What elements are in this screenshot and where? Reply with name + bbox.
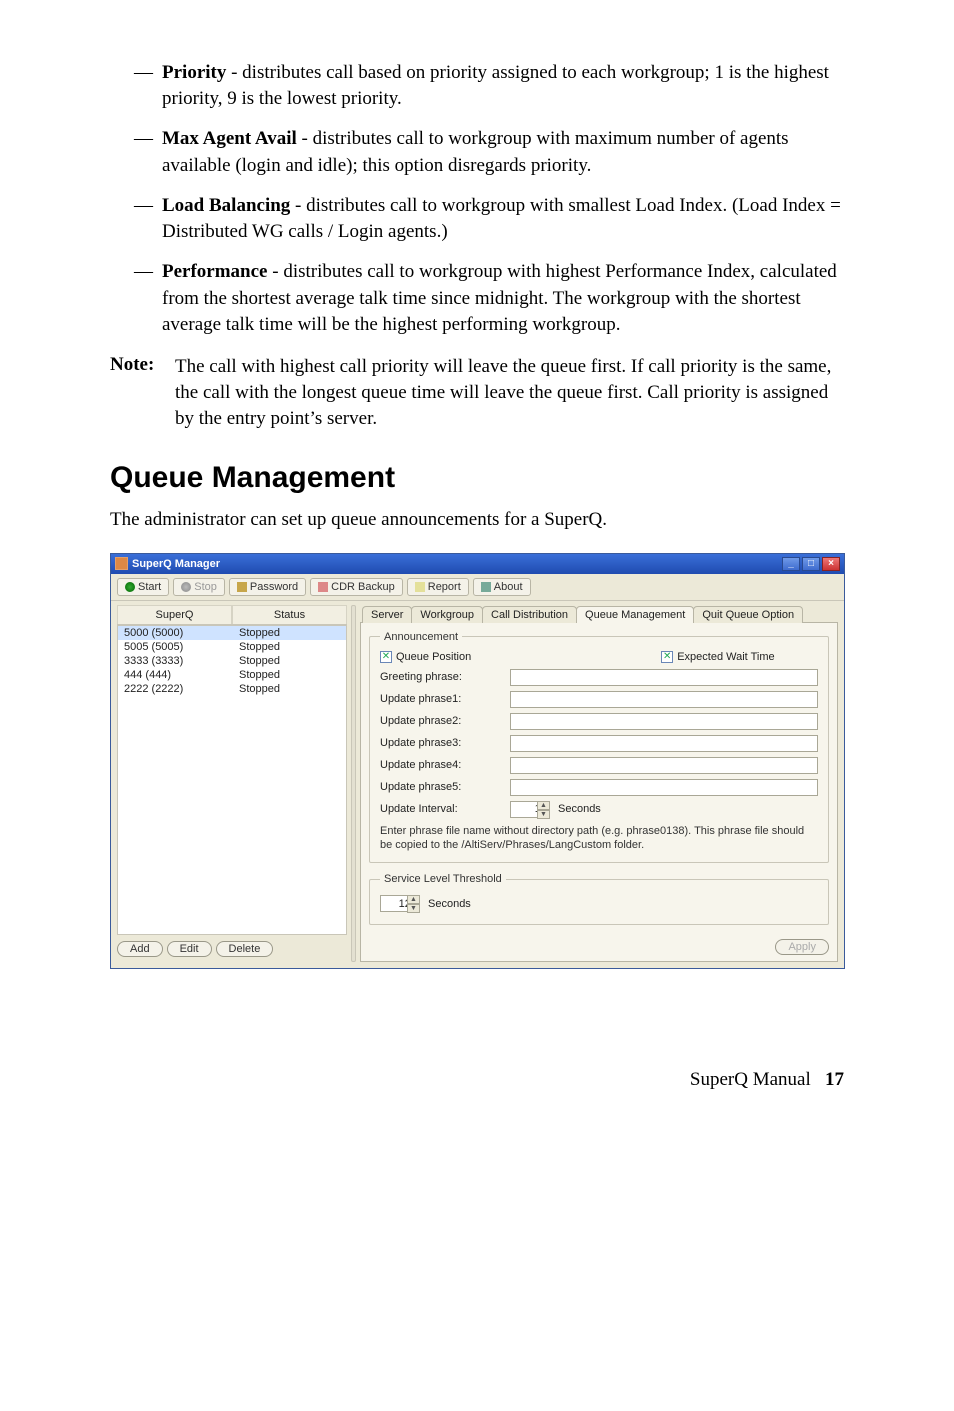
tab-quit-queue-option[interactable]: Quit Queue Option xyxy=(693,606,803,623)
superq-list: SuperQ Status 5000 (5000)Stopped 5005 (5… xyxy=(117,605,347,963)
section-heading: Queue Management xyxy=(110,461,844,495)
apply-button[interactable]: Apply xyxy=(775,939,829,955)
bullet-loadbal-title: Load Balancing xyxy=(162,195,290,216)
col-superq[interactable]: SuperQ xyxy=(117,605,232,624)
slt-unit: Seconds xyxy=(428,898,471,910)
close-button[interactable]: × xyxy=(822,557,840,571)
checkbox-icon: ✕ xyxy=(380,651,392,663)
delete-button[interactable]: Delete xyxy=(216,941,274,957)
slt-group: Service Level Threshold 120▲▼ Seconds xyxy=(369,873,829,925)
page-footer: SuperQ Manual 17 xyxy=(110,1069,844,1091)
list-item[interactable]: 3333 (3333)Stopped xyxy=(118,654,346,668)
update1-input[interactable] xyxy=(510,691,818,708)
update2-label: Update phrase2: xyxy=(380,715,510,727)
bullet-perf: — Performance - distributes call to work… xyxy=(134,259,844,338)
edit-button[interactable]: Edit xyxy=(167,941,212,957)
spin-up-icon[interactable]: ▲ xyxy=(407,895,420,904)
superq-manager-window: SuperQ Manager _ □ × Start Stop Password… xyxy=(110,553,845,970)
splitter[interactable] xyxy=(351,605,356,963)
bullet-priority-title: Priority xyxy=(162,62,226,83)
bullet-priority-text: - distributes call based on priority ass… xyxy=(162,62,829,109)
update5-input[interactable] xyxy=(510,779,818,796)
spin-down-icon[interactable]: ▼ xyxy=(407,904,420,913)
minimize-button[interactable]: _ xyxy=(782,557,800,571)
note: Note: The call with highest call priorit… xyxy=(110,354,844,433)
report-button[interactable]: Report xyxy=(407,578,469,596)
toolbar: Start Stop Password CDR Backup Report Ab… xyxy=(111,574,844,601)
intro-text: The administrator can set up queue annou… xyxy=(110,509,844,531)
footer-page: 17 xyxy=(825,1069,844,1090)
update2-input[interactable] xyxy=(510,713,818,730)
about-button[interactable]: About xyxy=(473,578,531,596)
list-item[interactable]: 5005 (5005)Stopped xyxy=(118,640,346,654)
tab-workgroup[interactable]: Workgroup xyxy=(411,606,483,623)
bullet-perf-title: Performance xyxy=(162,261,268,282)
list-body[interactable]: 5000 (5000)Stopped 5005 (5005)Stopped 33… xyxy=(117,625,347,935)
queue-position-checkbox[interactable]: ✕Queue Position xyxy=(380,651,471,663)
play-icon xyxy=(125,582,135,592)
add-button[interactable]: Add xyxy=(117,941,163,957)
announcement-legend: Announcement xyxy=(380,631,462,643)
slt-spinner[interactable]: 120▲▼ xyxy=(380,895,420,912)
dash: — xyxy=(134,126,162,178)
info-icon xyxy=(481,582,491,592)
footer-title: SuperQ Manual xyxy=(690,1069,811,1090)
update3-label: Update phrase3: xyxy=(380,737,510,749)
update5-label: Update phrase5: xyxy=(380,781,510,793)
update4-label: Update phrase4: xyxy=(380,759,510,771)
list-item[interactable]: 5000 (5000)Stopped xyxy=(118,626,346,640)
titlebar[interactable]: SuperQ Manager _ □ × xyxy=(111,554,844,574)
dash: — xyxy=(134,60,162,112)
update3-input[interactable] xyxy=(510,735,818,752)
interval-unit: Seconds xyxy=(558,803,601,815)
bullet-priority: — Priority - distributes call based on p… xyxy=(134,60,844,112)
bullet-loadbal: — Load Balancing - distributes call to w… xyxy=(134,193,844,245)
tab-queue-management[interactable]: Queue Management xyxy=(576,606,694,623)
window-title: SuperQ Manager xyxy=(132,558,220,570)
announcement-group: Announcement ✕Queue Position ✕Expected W… xyxy=(369,631,829,864)
expected-wait-checkbox[interactable]: ✕Expected Wait Time xyxy=(661,651,774,663)
phrase-hint: Enter phrase file name without directory… xyxy=(380,824,818,853)
start-button[interactable]: Start xyxy=(117,578,169,596)
checkbox-icon: ✕ xyxy=(661,651,673,663)
queue-management-panel: Announcement ✕Queue Position ✕Expected W… xyxy=(360,622,838,963)
tab-server[interactable]: Server xyxy=(362,606,412,623)
cdr-backup-button[interactable]: CDR Backup xyxy=(310,578,403,596)
stop-icon xyxy=(181,582,191,592)
note-label: Note: xyxy=(110,354,175,433)
tabs: Server Workgroup Call Distribution Queue… xyxy=(362,605,838,622)
key-icon xyxy=(237,582,247,592)
list-item[interactable]: 2222 (2222)Stopped xyxy=(118,682,346,696)
tab-call-distribution[interactable]: Call Distribution xyxy=(482,606,577,623)
update4-input[interactable] xyxy=(510,757,818,774)
stop-button[interactable]: Stop xyxy=(173,578,225,596)
col-status[interactable]: Status xyxy=(232,605,347,624)
update1-label: Update phrase1: xyxy=(380,693,510,705)
bullet-maxagent-title: Max Agent Avail xyxy=(162,128,297,149)
interval-label: Update Interval: xyxy=(380,803,510,815)
list-item[interactable]: 444 (444)Stopped xyxy=(118,668,346,682)
note-text: The call with highest call priority will… xyxy=(175,354,844,433)
report-icon xyxy=(415,582,425,592)
maximize-button[interactable]: □ xyxy=(802,557,820,571)
bullet-maxagent: — Max Agent Avail - distributes call to … xyxy=(134,126,844,178)
database-icon xyxy=(318,582,328,592)
dash: — xyxy=(134,259,162,338)
password-button[interactable]: Password xyxy=(229,578,306,596)
dash: — xyxy=(134,193,162,245)
spin-down-icon[interactable]: ▼ xyxy=(537,810,550,819)
greeting-input[interactable] xyxy=(510,669,818,686)
greeting-label: Greeting phrase: xyxy=(380,671,510,683)
interval-spinner[interactable]: 15▲▼ xyxy=(510,801,550,818)
app-icon xyxy=(115,557,128,570)
spin-up-icon[interactable]: ▲ xyxy=(537,801,550,810)
slt-legend: Service Level Threshold xyxy=(380,873,506,885)
